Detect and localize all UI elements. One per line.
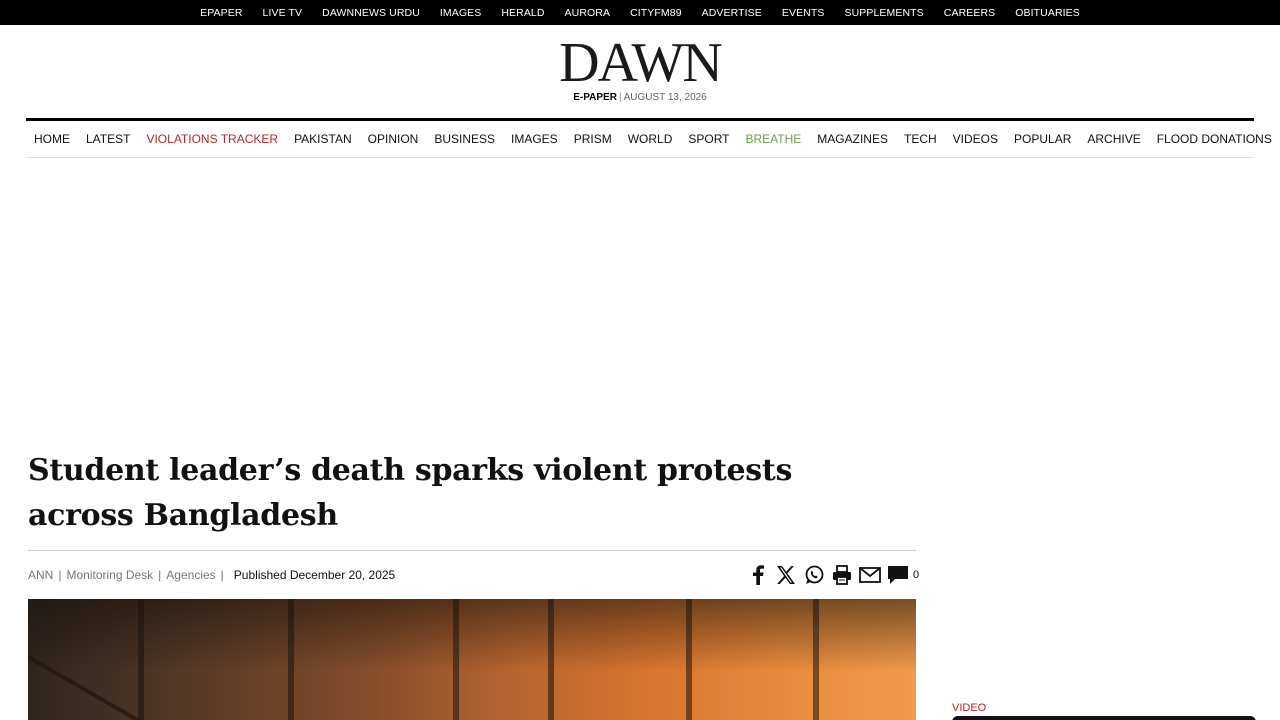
topbar-link-dawnnews-urdu[interactable]: DAWNNEWS URDU	[312, 7, 430, 19]
nav-item-videos[interactable]: VIDEOS	[945, 132, 1006, 146]
byline-separator: |	[58, 568, 62, 582]
sidebar-video-player[interactable]	[952, 716, 1256, 720]
print-icon[interactable]	[830, 563, 854, 587]
nav-item-sport[interactable]: SPORT	[680, 132, 737, 146]
topbar-link-supplements[interactable]: SUPPLEMENTS	[835, 7, 934, 19]
nav-item-breathe[interactable]: BREATHE	[738, 132, 810, 146]
nav-item-pakistan[interactable]: PAKISTAN	[286, 132, 360, 146]
article-hero-image	[28, 599, 916, 720]
epaper-separator: |	[618, 92, 622, 103]
comment-icon[interactable]	[886, 563, 910, 587]
nav-item-images[interactable]: IMAGES	[503, 132, 566, 146]
sidebar-video-label[interactable]: VIDEO	[952, 702, 986, 714]
x-icon[interactable]	[774, 563, 798, 587]
epaper-date-line: E-PAPER | AUGUST 13, 2026	[0, 92, 1280, 103]
byline-separator: |	[158, 568, 162, 582]
published-date: Published December 20, 2025	[233, 568, 396, 582]
nav-item-magazines[interactable]: MAGAZINES	[809, 132, 896, 146]
nav-item-prism[interactable]: PRISM	[566, 132, 620, 146]
nav-item-world[interactable]: WORLD	[620, 132, 681, 146]
image-detail	[686, 599, 692, 720]
article-headline: Student leader’s death sparks violent pr…	[28, 453, 793, 533]
main-navigation: HOME LATEST VIOLATIONS TRACKER PAKISTAN …	[26, 118, 1272, 158]
topbar-link-cityfm89[interactable]: CITYFM89	[620, 7, 692, 19]
topbar-link-careers[interactable]: CAREERS	[934, 7, 1005, 19]
topbar-link-epaper[interactable]: EPAPER	[190, 7, 252, 19]
facebook-icon[interactable]	[746, 563, 770, 587]
nav-item-tech[interactable]: TECH	[896, 132, 945, 146]
comment-count[interactable]: 0	[913, 569, 919, 581]
topbar-link-events[interactable]: EVENTS	[772, 7, 835, 19]
nav-item-violations-tracker[interactable]: VIOLATIONS TRACKER	[138, 132, 286, 146]
topbar-link-herald[interactable]: HERALD	[491, 7, 554, 19]
nav-item-home[interactable]: HOME	[26, 132, 78, 146]
byline-source-agencies[interactable]: Agencies	[166, 568, 215, 582]
topbar-link-images[interactable]: IMAGES	[430, 7, 491, 19]
epaper-link[interactable]: E-PAPER	[573, 92, 617, 103]
article-byline: ANN | Monitoring Desk | Agencies | Publi…	[28, 568, 395, 582]
nav-item-latest[interactable]: LATEST	[78, 132, 138, 146]
email-icon[interactable]	[858, 563, 882, 587]
nav-item-flood-donations[interactable]: FLOOD DONATIONS	[1149, 132, 1280, 146]
dawn-logo[interactable]: DAWN	[0, 33, 1280, 93]
byline-separator: |	[220, 568, 224, 582]
nav-item-popular[interactable]: POPULAR	[1006, 132, 1079, 146]
image-detail	[453, 599, 459, 720]
image-detail	[288, 599, 294, 720]
topbar-link-obituaries[interactable]: OBITUARIES	[1005, 7, 1090, 19]
top-utility-bar: EPAPER LIVE TV DAWNNEWS URDU IMAGES HERA…	[0, 0, 1280, 25]
nav-item-business[interactable]: BUSINESS	[426, 132, 503, 146]
headline-divider	[28, 550, 916, 551]
share-toolbar: 0	[746, 563, 919, 587]
byline-source-ann[interactable]: ANN	[28, 568, 53, 582]
image-detail	[28, 649, 175, 720]
image-detail	[138, 599, 144, 720]
topbar-link-live-tv[interactable]: LIVE TV	[253, 7, 313, 19]
byline-source-monitoring-desk[interactable]: Monitoring Desk	[66, 568, 153, 582]
nav-item-opinion[interactable]: OPINION	[360, 132, 427, 146]
nav-item-archive[interactable]: ARCHIVE	[1079, 132, 1148, 146]
edition-date: AUGUST 13, 2026	[623, 92, 707, 103]
topbar-link-aurora[interactable]: AURORA	[555, 7, 621, 19]
masthead: DAWN E-PAPER | AUGUST 13, 2026	[0, 25, 1280, 118]
image-detail	[548, 599, 554, 720]
topbar-link-advertise[interactable]: ADVERTISE	[692, 7, 772, 19]
whatsapp-icon[interactable]	[802, 563, 826, 587]
image-detail	[813, 599, 819, 720]
